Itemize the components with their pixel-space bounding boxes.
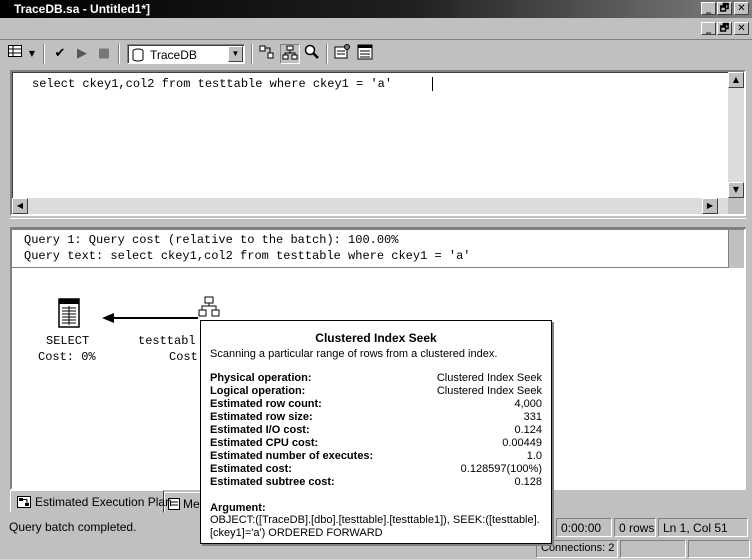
tooltip-argument-label: Argument: bbox=[210, 502, 266, 514]
child-restore-button[interactable]: 🗗 bbox=[717, 22, 732, 35]
child-close-button[interactable]: ✕ bbox=[734, 22, 749, 35]
tab-estimated-execution-plan[interactable]: Estimated Execution Plan bbox=[10, 490, 172, 513]
status-panel-empty bbox=[688, 540, 750, 558]
cursor-position: Ln 1, Col 51 bbox=[658, 518, 748, 537]
options-list-icon[interactable] bbox=[355, 44, 375, 64]
data-flow-arrow-icon bbox=[102, 312, 198, 327]
tooltip-row: Estimated row size: 331 bbox=[210, 411, 542, 423]
index-analysis-icon[interactable] bbox=[302, 44, 322, 64]
results-grid-icon[interactable] bbox=[6, 44, 24, 64]
properties-icon[interactable] bbox=[332, 44, 352, 64]
close-button[interactable]: ✕ bbox=[734, 2, 749, 15]
tooltip-row: Estimated subtree cost: 0.128 bbox=[210, 476, 542, 488]
toolbar-separator bbox=[326, 44, 328, 64]
restore-button[interactable]: 🗗 bbox=[717, 2, 732, 15]
display-plan-icon[interactable] bbox=[257, 44, 277, 64]
tooltip-properties: Physical operation: Clustered Index Seek … bbox=[210, 372, 542, 489]
tooltip-row: Physical operation: Clustered Index Seek bbox=[210, 372, 542, 384]
tab-label: Me bbox=[183, 497, 200, 511]
editor-horizontal-scrollbar[interactable]: ◀ ▶ bbox=[12, 198, 728, 214]
execute-play-icon[interactable]: ▶ bbox=[72, 44, 92, 64]
minimize-button[interactable]: _ bbox=[701, 2, 716, 15]
plan-scroll-stub bbox=[728, 230, 744, 268]
window-title: TraceDB.sa - Untitled1*] bbox=[14, 2, 151, 16]
scroll-up-arrow-icon[interactable]: ▲ bbox=[728, 72, 744, 88]
scroll-right-arrow-icon[interactable]: ▶ bbox=[702, 198, 718, 214]
execution-plan-tab-icon bbox=[17, 496, 31, 511]
tooltip-row: Logical operation: Clustered Index Seek bbox=[210, 385, 542, 397]
results-tabs: Estimated Execution Plan Me bbox=[10, 490, 204, 514]
tooltip-row: Estimated number of executes: 1.0 bbox=[210, 450, 542, 462]
toolbar: ▼ ✔ ▶ ■ TraceDB ▼ bbox=[0, 40, 752, 68]
select-node-cost: Cost: 0% bbox=[38, 350, 96, 364]
title-bar: TraceDB.sa - Untitled1*] _ 🗗 ✕ bbox=[0, 0, 752, 18]
status-panel-empty bbox=[620, 540, 686, 558]
scroll-corner bbox=[728, 198, 744, 214]
seek-node-label: testtabl bbox=[138, 334, 196, 348]
tooltip-row: Estimated I/O cost: 0.124 bbox=[210, 424, 542, 436]
database-cylinder-icon bbox=[132, 48, 144, 65]
tooltip-row: Estimated row count: 4,000 bbox=[210, 398, 542, 410]
toolbar-separator bbox=[43, 44, 45, 64]
scroll-left-arrow-icon[interactable]: ◀ bbox=[12, 198, 28, 214]
menu-bar: _ 🗗 ✕ bbox=[0, 18, 752, 40]
tooltip-row: Estimated cost: 0.128597(100%) bbox=[210, 463, 542, 475]
pane-splitter[interactable] bbox=[10, 218, 746, 228]
toolbar-separator bbox=[118, 44, 120, 64]
tab-label: Estimated Execution Plan bbox=[35, 495, 172, 509]
toolbar-separator bbox=[251, 44, 253, 64]
elapsed-time: 0:00:00 bbox=[556, 518, 612, 537]
row-count: 0 rows bbox=[614, 518, 656, 537]
query-text[interactable]: select ckey1,col2 from testtable where c… bbox=[32, 77, 392, 91]
seek-node-cost: Cost bbox=[169, 350, 198, 364]
scroll-down-arrow-icon[interactable]: ▼ bbox=[728, 182, 744, 198]
tooltip-description: Scanning a particular range of rows from… bbox=[210, 348, 498, 360]
results-dropdown-icon[interactable]: ▼ bbox=[26, 44, 38, 64]
stop-icon[interactable]: ■ bbox=[94, 44, 114, 64]
parse-check-icon[interactable]: ✔ bbox=[50, 44, 70, 64]
estimated-plan-icon[interactable] bbox=[280, 44, 300, 64]
plan-header-line1: Query 1: Query cost (relative to the bat… bbox=[24, 233, 399, 247]
database-name: TraceDB bbox=[150, 48, 197, 62]
operator-tooltip: Clustered Index Seek Scanning a particul… bbox=[200, 320, 552, 544]
child-minimize-button[interactable]: _ bbox=[701, 22, 716, 35]
select-node-icon[interactable] bbox=[58, 298, 80, 331]
tooltip-argument-text: OBJECT:([TraceDB].[dbo].[testtable].[tes… bbox=[210, 514, 540, 539]
tooltip-title: Clustered Index Seek bbox=[315, 331, 437, 345]
text-cursor bbox=[432, 77, 433, 91]
chevron-down-icon[interactable]: ▼ bbox=[228, 46, 243, 62]
query-editor[interactable]: select ckey1,col2 from testtable where c… bbox=[10, 70, 746, 216]
database-select[interactable]: TraceDB ▼ bbox=[127, 44, 245, 64]
editor-vertical-scrollbar[interactable]: ▲ ▼ bbox=[728, 72, 744, 198]
clustered-index-seek-icon[interactable] bbox=[198, 296, 220, 323]
select-node-label: SELECT bbox=[46, 334, 90, 348]
tooltip-row: Estimated CPU cost: 0.00449 bbox=[210, 437, 542, 449]
plan-header: Query 1: Query cost (relative to the bat… bbox=[12, 230, 744, 268]
plan-header-line2: Query text: select ckey1,col2 from testt… bbox=[24, 249, 471, 263]
